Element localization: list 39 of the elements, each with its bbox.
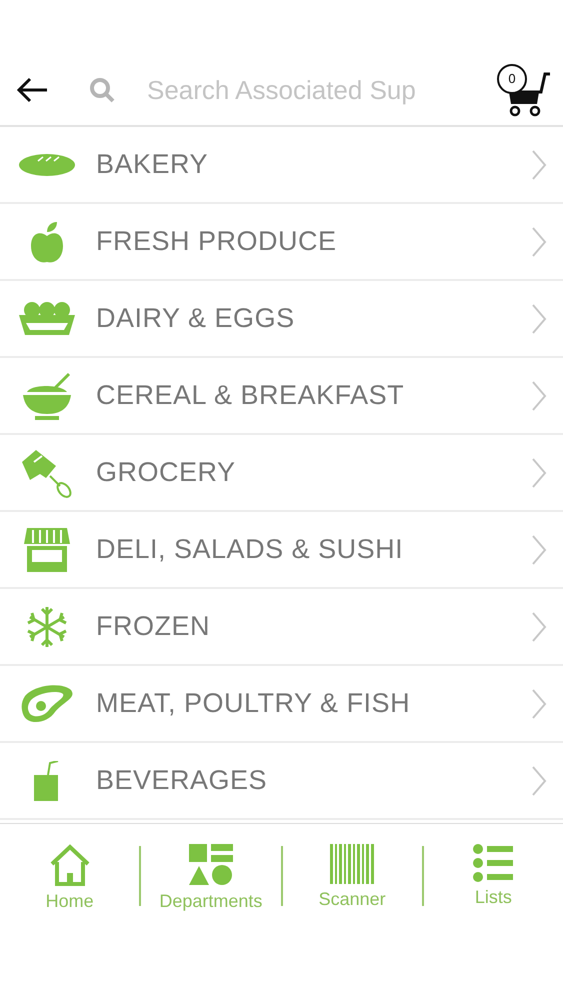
department-row[interactable]: FROZEN xyxy=(0,589,563,666)
department-label: CEREAL & BREAKFAST xyxy=(96,379,404,412)
home-icon xyxy=(48,844,91,886)
department-row[interactable]: CEREAL & BREAKFAST xyxy=(0,358,563,435)
department-row[interactable]: GROCERY xyxy=(0,435,563,512)
search-field[interactable]: Search Associated Sup xyxy=(88,68,448,112)
storefront-icon xyxy=(23,526,71,574)
department-label: MEAT, POULTRY & FISH xyxy=(96,687,410,720)
chevron-right-icon xyxy=(531,380,547,412)
department-row[interactable]: BAKERY xyxy=(0,127,563,204)
chevron-right-icon xyxy=(531,148,547,180)
chevron-right-icon xyxy=(531,302,547,334)
chevron-right-icon xyxy=(531,456,547,488)
department-label: FRESH PRODUCE xyxy=(96,225,337,258)
department-label: BAKERY xyxy=(96,148,208,182)
department-label: DAIRY & EGGS xyxy=(96,302,295,336)
department-row[interactable]: DAIRY & EGGS xyxy=(0,281,563,358)
department-row[interactable]: BEVERAGES xyxy=(0,743,563,820)
department-label: DELI, SALADS & SUSHI xyxy=(96,533,404,566)
cart-count: 0 xyxy=(507,70,517,88)
chevron-right-icon xyxy=(531,764,547,796)
hand-mixer-icon xyxy=(20,448,74,498)
department-row[interactable]: FRESH PRODUCE xyxy=(0,204,563,281)
department-label: BEVERAGES xyxy=(96,764,268,798)
cart-button[interactable]: 0 xyxy=(495,62,551,118)
department-row[interactable]: DELI, SALADS & SUSHI xyxy=(0,512,563,589)
list-icon xyxy=(473,844,514,882)
search-icon xyxy=(88,76,116,104)
chevron-right-icon xyxy=(531,610,547,642)
department-label: GROCERY xyxy=(96,456,236,490)
chevron-right-icon xyxy=(531,534,547,566)
shapes-icon xyxy=(188,844,233,886)
department-row[interactable]: MEAT, POULTRY & FISH xyxy=(0,666,563,743)
bread-icon xyxy=(18,152,76,176)
department-label: FROZEN xyxy=(96,610,210,644)
barcode-icon xyxy=(330,844,374,884)
chevron-right-icon xyxy=(531,226,547,258)
chevron-right-icon xyxy=(531,688,547,720)
egg-carton-icon xyxy=(17,300,77,336)
